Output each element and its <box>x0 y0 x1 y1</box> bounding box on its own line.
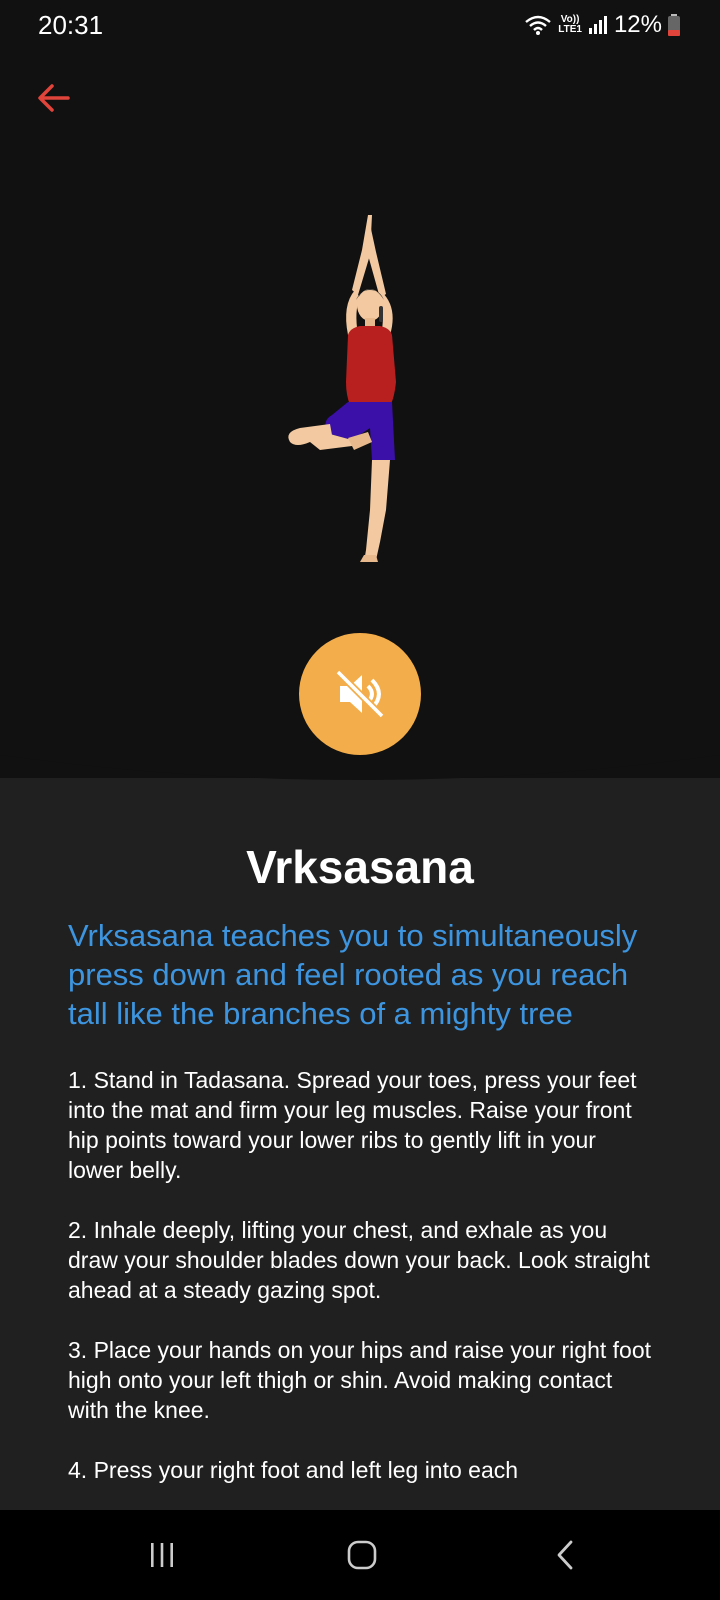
pose-subtitle: Vrksasana teaches you to simultaneously … <box>68 918 638 1031</box>
back-nav-button[interactable] <box>536 1532 596 1578</box>
battery-percent: 12% <box>613 11 662 38</box>
home-icon <box>347 1540 377 1570</box>
volte-icon: Vo)) LTE1 <box>558 15 582 35</box>
wifi-icon <box>525 15 552 35</box>
arrow-left-icon <box>38 84 70 112</box>
step-item: 2. Inhale deeply, lifting your chest, an… <box>68 1217 650 1303</box>
recent-apps-button[interactable] <box>132 1532 192 1578</box>
home-button[interactable] <box>332 1532 392 1578</box>
tree-pose-illustration <box>288 215 396 562</box>
step-item: 4. Press your right foot and left leg in… <box>68 1457 519 1483</box>
step-item: 1. Stand in Tadasana. Spread your toes, … <box>68 1067 637 1183</box>
step-item: 3. Place your hands on your hips and rai… <box>68 1337 652 1423</box>
system-nav-bar <box>0 1510 720 1600</box>
status-icons: Vo)) LTE1 12% <box>524 11 680 38</box>
pose-title: Vrksasana <box>246 841 474 893</box>
back-button[interactable] <box>30 76 78 124</box>
signal-icon <box>588 16 607 34</box>
battery-icon <box>668 14 680 36</box>
pose-steps: 1. Stand in Tadasana. Spread your toes, … <box>68 1065 652 1485</box>
volte-label-bottom: LTE1 <box>558 24 582 35</box>
back-chevron-icon <box>557 1540 573 1570</box>
recent-apps-icon <box>151 1543 173 1567</box>
pose-content: Vrksasana Vrksasana teaches you to simul… <box>0 800 720 1515</box>
status-time: 20:31 <box>38 10 104 40</box>
mute-button[interactable] <box>299 633 421 755</box>
status-bar: 20:31 Vo)) LTE1 12% <box>0 0 720 48</box>
volume-off-icon <box>335 669 385 719</box>
